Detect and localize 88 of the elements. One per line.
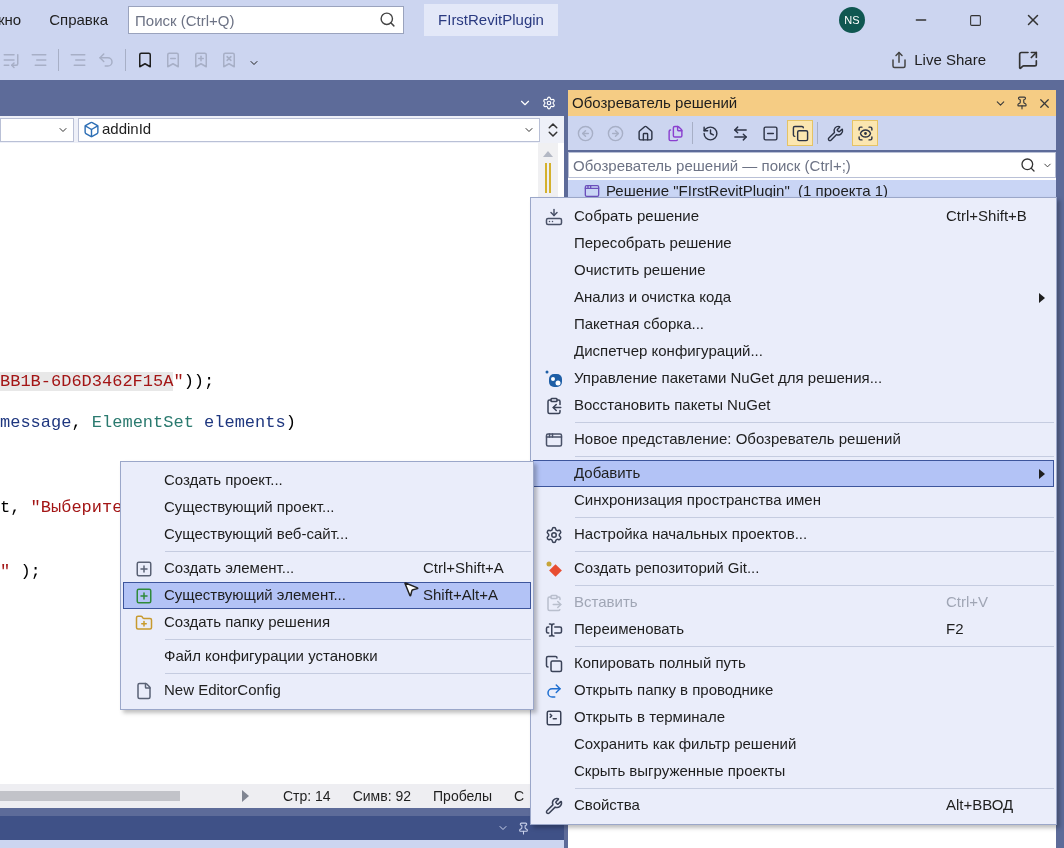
menu-item[interactable]: Синхронизация пространства имен [533, 487, 1054, 514]
share-icon [890, 51, 909, 69]
rename-icon [545, 620, 563, 639]
code-token: t, [0, 498, 22, 517]
folder-icon [135, 613, 153, 632]
solution-name-badge: FIrstRevitPlugin [424, 4, 558, 36]
menu-bar-item[interactable]: Справка [49, 8, 109, 32]
settings-icon[interactable] [542, 96, 556, 110]
menu-item[interactable]: New EditorConfig [123, 677, 531, 704]
wrench-icon [545, 796, 563, 815]
menu-item[interactable]: Очистить решение [533, 257, 1054, 284]
menu-item[interactable]: Пакетная сборка... [533, 311, 1054, 338]
search-icon [379, 11, 397, 28]
menu-item[interactable]: Свойства Alt+ВВОД [533, 792, 1054, 819]
search-field[interactable]: Обозреватель решений — поиск (Ctrl+;) [568, 152, 1056, 178]
menu-item[interactable]: Сохранить как фильтр решений [533, 731, 1054, 758]
code-token: BB1B-6D6D3462F15A [0, 372, 174, 391]
horizontal-scrollbar[interactable] [0, 791, 180, 801]
menu-item[interactable]: Восстановить пакеты NuGet [533, 392, 1054, 419]
terminal-icon [545, 708, 563, 727]
menu-item[interactable]: Пересобрать решение [533, 230, 1054, 257]
code-token: elements [203, 413, 286, 432]
menu-item[interactable]: Настройка начальных проектов... [533, 521, 1054, 548]
submenu-arrow-icon [1039, 468, 1045, 479]
status-item[interactable]: C [514, 785, 525, 807]
pin-icon[interactable] [1015, 96, 1029, 110]
menu-item[interactable]: Собрать решение Ctrl+Shift+B [533, 203, 1054, 230]
code-token: ElementSet [91, 413, 194, 432]
menu-item[interactable]: Существующий веб-сайт... [123, 521, 531, 548]
menu-item[interactable]: Файл конфигурации установки [123, 643, 531, 670]
mouse-cursor-icon [402, 580, 420, 598]
search-icon [1020, 157, 1036, 173]
bookmark-icon[interactable] [136, 51, 154, 69]
menu-item[interactable]: Создать проект... [123, 467, 531, 494]
menu-item[interactable]: Диспетчер конфигураций... [533, 338, 1054, 365]
redirect-arrow-icon [545, 681, 563, 700]
copy-icon[interactable] [787, 120, 813, 146]
menu-item[interactable]: Открыть в терминале [533, 704, 1054, 731]
restore-icon[interactable] [969, 13, 982, 27]
member-dropdown[interactable]: addinId [78, 117, 540, 142]
scroll-up-icon [543, 151, 553, 157]
status-item[interactable]: Стр: 14 [283, 785, 331, 807]
field-icon [83, 121, 100, 138]
feedback-icon[interactable] [1018, 50, 1038, 70]
code-token: )); [183, 372, 215, 391]
status-item[interactable]: Симв: 92 [352, 785, 412, 807]
menu-item[interactable]: Копировать полный путь [533, 650, 1054, 677]
code-token: ); [19, 562, 41, 581]
copy-icon [545, 654, 563, 673]
submenu-arrow-icon [1039, 292, 1045, 303]
scroll-right-icon[interactable] [242, 790, 249, 802]
code-token: " [0, 562, 11, 581]
menu-item[interactable]: Новое представление: Обозреватель решений [533, 426, 1054, 453]
menu-item[interactable]: Переименовать F2 [533, 616, 1054, 643]
new-window-icon [545, 430, 563, 449]
menu-item[interactable]: Управление пакетами NuGet для решения... [533, 365, 1054, 392]
menu-item[interactable]: Существующий элемент... Shift+Alt+A [123, 582, 531, 609]
menu-item[interactable]: Создать элемент... Ctrl+Shift+A [123, 555, 531, 582]
panel-title: Обозреватель решений [572, 92, 739, 113]
new-item-icon [135, 559, 153, 578]
paste-icon [545, 593, 563, 612]
menu-item[interactable]: Создать репозиторий Git... [533, 555, 1054, 582]
menu-item[interactable]: Открыть папку в проводнике [533, 677, 1054, 704]
preview-icon[interactable] [852, 120, 878, 146]
add-item-icon [135, 586, 153, 605]
status-item[interactable]: Пробелы [433, 785, 493, 807]
menu-item[interactable]: Создать папку решения [123, 609, 531, 636]
menu-item[interactable]: Скрыть выгруженные проекты [533, 758, 1054, 785]
file-icon [135, 681, 153, 700]
git-diamond-icon [545, 559, 563, 578]
code-token: " [173, 372, 184, 391]
pin-icon[interactable] [517, 821, 530, 835]
code-token: , [71, 413, 83, 432]
search-field[interactable]: Поиск (Ctrl+Q) [128, 6, 405, 34]
nuget-icon [545, 369, 563, 388]
restore-packages-icon [545, 396, 563, 415]
account-avatar[interactable]: NS [839, 7, 865, 33]
live-share-button[interactable]: Live Share [890, 48, 986, 72]
code-token: ) [285, 413, 296, 432]
code-token: "Выберите [30, 498, 123, 517]
menu-item[interactable]: Существующий проект... [123, 494, 531, 521]
code-token: message [0, 413, 72, 432]
build-icon [545, 207, 563, 226]
menu-item[interactable]: Анализ и очистка кода [533, 284, 1054, 311]
change-marks-icon [545, 163, 551, 193]
solution-icon [584, 183, 600, 199]
menu-item[interactable]: Добавить [533, 460, 1054, 487]
settings-icon [545, 525, 563, 544]
